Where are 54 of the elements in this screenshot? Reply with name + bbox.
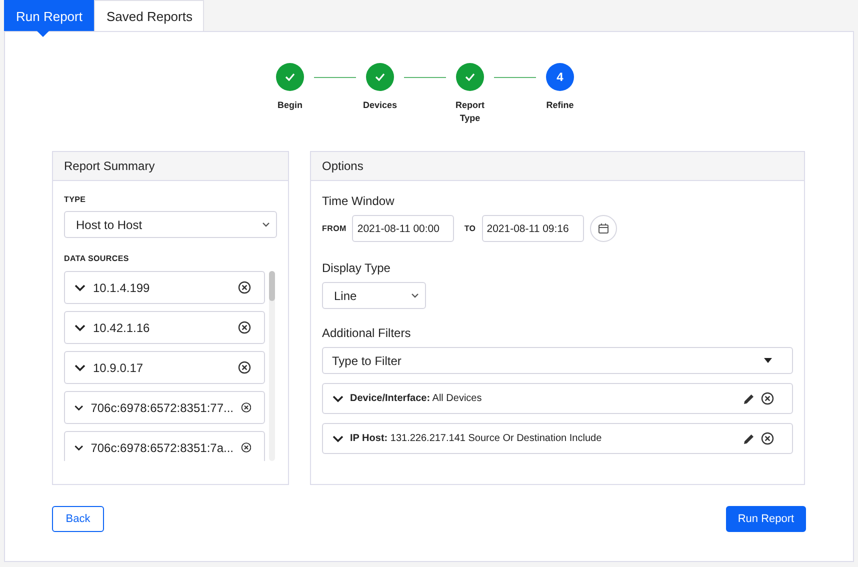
run-report-button[interactable]: Run Report (726, 506, 806, 532)
data-sources-label: DATA SOURCES (64, 254, 130, 263)
filter-item[interactable]: Device/Interface: All Devices (322, 383, 793, 414)
display-type-label: Display Type (322, 261, 392, 275)
step-label: Begin (276, 99, 304, 112)
remove-icon[interactable] (240, 441, 251, 454)
from-label: FROM (322, 224, 346, 233)
to-label: TO (464, 224, 476, 233)
from-date-field[interactable]: 2021-08-11 00:00 (352, 215, 454, 242)
scrollbar[interactable] (269, 271, 275, 461)
to-date-field[interactable]: 2021-08-11 09:16 (482, 215, 584, 242)
filter-field[interactable]: Type to Filter (322, 347, 793, 374)
caret-down-icon (764, 358, 772, 363)
remove-icon[interactable] (240, 401, 251, 414)
remove-icon[interactable] (761, 392, 774, 405)
type-label: TYPE (64, 195, 87, 204)
tab[interactable]: Run Report (4, 0, 94, 31)
pencil-icon[interactable] (743, 392, 755, 404)
chevron-down-icon[interactable] (74, 284, 86, 292)
filter-text: Device/Interface: All Devices (350, 393, 483, 404)
panel-title: Options (322, 159, 364, 173)
chevron-down-icon[interactable] (74, 404, 84, 412)
data-source-item[interactable]: 706c:6978:6572:8351:77... (64, 391, 265, 424)
chevron-down-icon[interactable] (332, 394, 344, 402)
calendar-button[interactable] (590, 215, 617, 242)
panel-title: Report Summary (64, 159, 155, 173)
filter-item[interactable]: IP Host: 131.226.217.141 Source Or Destination Include (322, 423, 793, 454)
step-label: Devices (362, 99, 398, 112)
chevron-down-icon[interactable] (74, 364, 86, 372)
remove-icon[interactable] (238, 281, 251, 294)
calendar-icon (598, 223, 609, 234)
chevron-down-icon[interactable] (332, 434, 344, 442)
chevron-down-icon[interactable] (74, 324, 86, 332)
time-window-label: Time Window (322, 194, 396, 208)
display-type-select[interactable]: Line (322, 282, 426, 309)
remove-icon[interactable] (238, 361, 251, 374)
chevron-down-icon[interactable] (74, 444, 84, 452)
additional-filters-label: Additional Filters (322, 326, 412, 340)
step-label: Report Type (454, 99, 486, 125)
data-source-item[interactable]: 706c:6978:6572:8351:7a... (64, 431, 265, 461)
step-number: 4 (546, 63, 574, 91)
pencil-icon[interactable] (743, 432, 755, 444)
filter-text: IP Host: 131.226.217.141 Source Or Destination Include (350, 433, 603, 444)
type-select[interactable]: Host to Host (64, 211, 277, 238)
tab[interactable]: Saved Reports (94, 0, 204, 31)
data-source-item[interactable]: 10.42.1.16 (64, 311, 265, 344)
back-button[interactable]: Back (52, 506, 104, 532)
step-label: Refine (545, 99, 575, 112)
caret-down-icon (262, 222, 270, 227)
data-source-item[interactable]: 10.9.0.17 (64, 351, 265, 384)
remove-icon[interactable] (761, 432, 774, 445)
data-source-item[interactable]: 10.1.4.199 (64, 271, 265, 304)
remove-icon[interactable] (238, 321, 251, 334)
caret-down-icon (411, 293, 419, 298)
